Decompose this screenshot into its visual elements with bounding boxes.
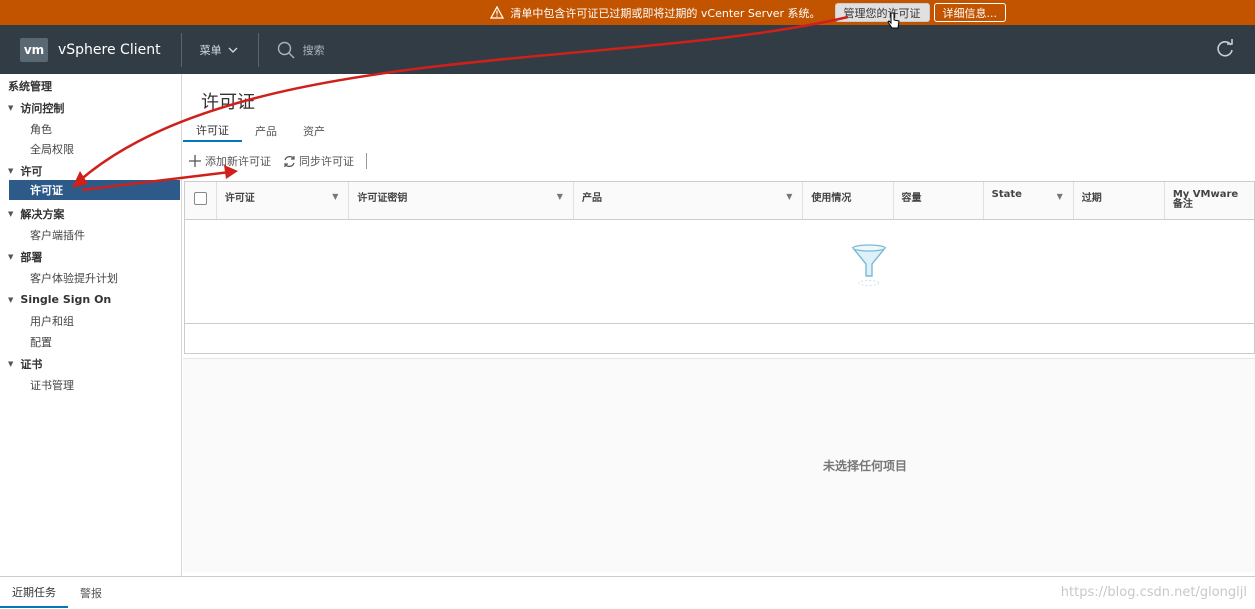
header-divider (180, 32, 182, 67)
vmware-logo[interactable]: vm (20, 37, 48, 62)
sidebar-item-ceip[interactable]: 客户体验提升计划 (30, 270, 118, 286)
filter-icon[interactable]: ▼ (786, 192, 792, 201)
sidebar-group-label: 证书 (20, 358, 43, 371)
caret-down-icon: ▼ (8, 360, 14, 368)
sidebar-item-users-groups[interactable]: 用户和组 (30, 313, 74, 329)
add-license-label: 添加新许可证 (205, 155, 271, 168)
menu-label: 菜单 (199, 43, 222, 57)
page-title: 许可证 (201, 92, 255, 113)
sync-licenses-button[interactable]: 同步许可证 (283, 153, 354, 169)
admin-sidebar: 系统管理 ▼ 访问控制 角色 全局权限 ▼ 许可 许可证 ▼ 解决方案 客户端插… (0, 74, 182, 576)
license-warning-banner: 清单中包含许可证已过期或即将过期的 vCenter Server 系统。 管理您… (0, 0, 1255, 25)
sidebar-group-deployment[interactable]: ▼ 部署 (8, 249, 42, 265)
sidebar-item-cert-management[interactable]: 证书管理 (30, 377, 74, 393)
column-header-product[interactable]: 产品 ▼ (574, 182, 804, 219)
column-label: 产品 (581, 193, 602, 204)
sidebar-title: 系统管理 (8, 80, 52, 93)
column-label: 过期 (1081, 193, 1102, 204)
sidebar-group-label: 解决方案 (20, 208, 65, 221)
caret-down-icon: ▼ (8, 253, 14, 261)
sidebar-group-label: 许可 (20, 165, 43, 178)
column-header-license-key[interactable]: 许可证密钥 ▼ (349, 182, 574, 219)
sidebar-group-label: Single Sign On (20, 293, 112, 306)
detail-pane: 未选择任何项目 (183, 358, 1255, 572)
sidebar-group-label: 访问控制 (20, 102, 65, 115)
plus-icon (189, 155, 201, 167)
caret-down-icon: ▼ (8, 104, 14, 112)
grid-header: 许可证 ▼ 许可证密钥 ▼ 产品 ▼ 使用情况 容量 State ▼ 过期 My… (185, 182, 1254, 220)
column-label: My VMware 备注 (1172, 189, 1239, 210)
licenses-grid: 许可证 ▼ 许可证密钥 ▼ 产品 ▼ 使用情况 容量 State ▼ 过期 My… (184, 181, 1255, 354)
content-tabs: 许可证 产品 资产 (183, 120, 338, 142)
sync-icon (284, 155, 295, 167)
sidebar-group-label: 部署 (20, 251, 43, 264)
app-name[interactable]: vSphere Client (58, 42, 161, 58)
sidebar-group-licensing[interactable]: ▼ 许可 (8, 163, 42, 179)
top-header: vm vSphere Client 菜单 搜索 (0, 25, 1255, 74)
column-header-capacity[interactable]: 容量 (894, 182, 984, 219)
column-header-usage[interactable]: 使用情况 (803, 182, 894, 219)
mouse-pointer-icon (887, 12, 900, 29)
column-label: 许可证密钥 (357, 193, 408, 204)
header-divider (257, 32, 259, 67)
action-bar: 添加新许可证 同步许可证 (188, 153, 367, 169)
sidebar-item-licenses[interactable]: 许可证 (9, 180, 180, 200)
menu-dropdown[interactable]: 菜单 (200, 42, 238, 58)
no-selection-message: 未选择任何项目 (823, 459, 908, 473)
column-label: 容量 (901, 193, 922, 204)
column-label: State (991, 189, 1022, 200)
chevron-down-icon (228, 47, 238, 53)
tab-licenses[interactable]: 许可证 (183, 120, 242, 142)
search-placeholder: 搜索 (302, 43, 325, 57)
column-header-license[interactable]: 许可证 ▼ (217, 182, 350, 219)
warning-icon (490, 6, 505, 19)
search-box[interactable]: 搜索 (277, 41, 325, 59)
grid-empty-body (185, 220, 1254, 324)
sidebar-item-roles[interactable]: 角色 (30, 121, 52, 137)
tab-products[interactable]: 产品 (242, 120, 290, 142)
details-button[interactable]: 详细信息... (933, 3, 1006, 22)
banner-message: 清单中包含许可证已过期或即将过期的 vCenter Server 系统。 (510, 6, 821, 20)
column-label: 使用情况 (811, 193, 852, 204)
column-header-my-vmware-notes[interactable]: My VMware 备注 (1165, 182, 1254, 219)
filter-icon[interactable]: ▼ (557, 192, 563, 201)
caret-down-icon: ▼ (8, 295, 14, 304)
column-header-expiration[interactable]: 过期 (1074, 182, 1165, 219)
column-label: 许可证 (224, 193, 255, 204)
caret-down-icon: ▼ (8, 210, 14, 218)
watermark: https://blog.csdn.net/glongljl (1060, 585, 1247, 600)
tab-alarms[interactable]: 警报 (68, 577, 114, 608)
sidebar-group-sso[interactable]: ▼ Single Sign On (8, 293, 111, 306)
tab-assets[interactable]: 资产 (290, 120, 338, 142)
filter-icon[interactable]: ▼ (332, 192, 338, 201)
column-header-state[interactable]: State ▼ (984, 182, 1074, 219)
filter-icon[interactable]: ▼ (1057, 192, 1063, 201)
select-all-cell (185, 182, 217, 219)
sidebar-group-solutions[interactable]: ▼ 解决方案 (8, 206, 64, 222)
sidebar-group-access-control[interactable]: ▼ 访问控制 (8, 100, 64, 116)
sidebar-item-configuration[interactable]: 配置 (30, 334, 52, 350)
sidebar-item-global-permissions[interactable]: 全局权限 (30, 141, 74, 157)
caret-down-icon: ▼ (8, 167, 14, 175)
empty-filter-icon (851, 244, 887, 286)
tab-recent-tasks[interactable]: 近期任务 (0, 577, 68, 608)
sync-licenses-label: 同步许可证 (299, 155, 354, 168)
action-divider (366, 153, 367, 169)
main-content: 许可证 许可证 产品 资产 添加新许可证 同步许可证 许可证 ▼ 许可证密钥 ▼… (183, 74, 1255, 576)
refresh-icon[interactable] (1215, 39, 1235, 59)
search-icon (277, 41, 295, 58)
sidebar-item-client-plugins[interactable]: 客户端插件 (30, 227, 85, 243)
select-all-checkbox[interactable] (194, 192, 207, 205)
add-license-button[interactable]: 添加新许可证 (188, 153, 271, 169)
manage-licenses-button[interactable]: 管理您的许可证 (834, 3, 930, 22)
sidebar-group-certificates[interactable]: ▼ 证书 (8, 356, 42, 372)
